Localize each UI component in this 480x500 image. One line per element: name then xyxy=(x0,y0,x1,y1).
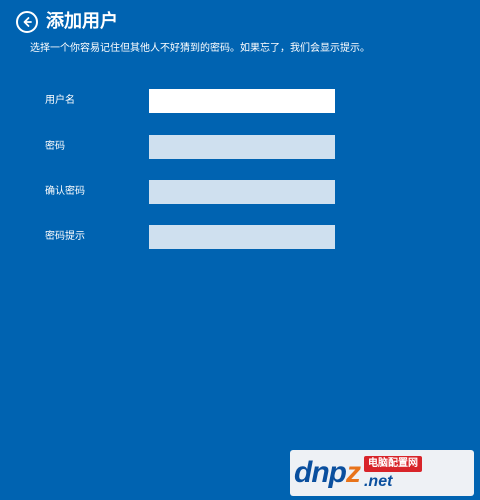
back-arrow-icon xyxy=(23,17,32,27)
password-label: 密码 xyxy=(45,141,65,152)
header: 添加用户 xyxy=(16,10,118,34)
back-button[interactable] xyxy=(16,11,38,33)
confirm-password-row: 确认密码 xyxy=(45,180,335,204)
confirm-password-input[interactable] xyxy=(149,180,335,204)
confirm-password-label: 确认密码 xyxy=(45,186,85,197)
watermark-badge: 电脑配置网 xyxy=(363,455,422,472)
username-row: 用户名 xyxy=(45,89,335,113)
watermark-logo: dnpz xyxy=(294,456,361,490)
password-input[interactable] xyxy=(149,135,335,159)
username-label: 用户名 xyxy=(45,95,75,106)
watermark-logo-z: z xyxy=(345,456,361,489)
page-title: 添加用户 xyxy=(46,11,118,32)
watermark-text-group: 电脑配置网 .net xyxy=(363,455,422,491)
username-input[interactable] xyxy=(149,89,335,113)
site-watermark: dnpz 电脑配置网 .net xyxy=(290,450,474,496)
password-row: 密码 xyxy=(45,135,335,159)
page-subtitle: 选择一个你容易记住但其他人不好猜到的密码。如果忘了，我们会显示提示。 xyxy=(30,43,370,54)
watermark-domain: .net xyxy=(363,472,393,490)
password-hint-label: 密码提示 xyxy=(45,231,85,242)
password-hint-row: 密码提示 xyxy=(45,225,335,249)
watermark-logo-prefix: dnp xyxy=(294,456,347,489)
password-hint-input[interactable] xyxy=(149,225,335,249)
